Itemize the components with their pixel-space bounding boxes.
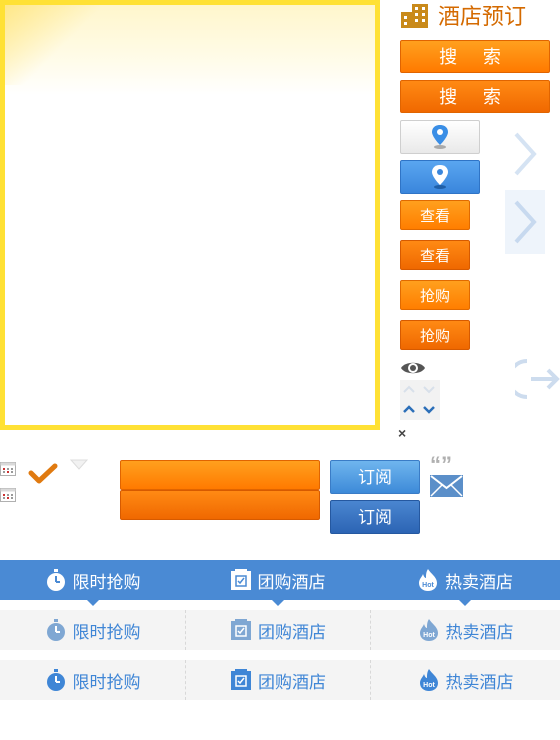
tab-flash-sale[interactable]: 限时抢购 xyxy=(0,560,185,606)
chevron-up-icon xyxy=(403,385,435,414)
tab-label: 热卖酒店 xyxy=(445,572,513,593)
clock-icon xyxy=(46,669,65,691)
tab-hot-hotels[interactable]: Hot 热卖酒店 xyxy=(370,560,560,606)
clock-icon xyxy=(46,569,65,591)
view-button-active[interactable]: 查看 xyxy=(400,240,470,270)
tab-bar: 限时抢购 团购酒店 Hot 热卖酒店 xyxy=(0,610,560,650)
tab-label: 限时抢购 xyxy=(72,572,141,593)
clock-icon xyxy=(46,619,65,641)
mail-icon[interactable] xyxy=(430,475,463,497)
tab-label: 团购酒店 xyxy=(258,622,326,643)
quote-icon: “” xyxy=(430,452,452,477)
tab-label: 团购酒店 xyxy=(257,572,326,593)
hot-badge: Hot xyxy=(423,682,435,689)
coupon-icon xyxy=(230,569,251,590)
buy-button[interactable]: 抢购 xyxy=(400,280,470,310)
hot-flame-icon: Hot xyxy=(419,619,438,641)
preview-panel xyxy=(0,0,380,430)
checkmark-icon xyxy=(28,463,58,484)
next-arrow[interactable] xyxy=(505,122,545,186)
tab-label: 热卖酒店 xyxy=(445,622,514,643)
sort-toggle[interactable] xyxy=(400,380,440,420)
next-arrow-hover[interactable] xyxy=(505,190,545,254)
chevron-right-icon xyxy=(514,200,537,244)
tab-hot-hotels[interactable]: Hot 热卖酒店 xyxy=(370,610,560,650)
location-pin-icon xyxy=(432,165,448,189)
search-button[interactable]: 搜 索 xyxy=(400,40,550,73)
subscribe-button-active[interactable]: 订阅 xyxy=(330,500,420,534)
hot-flame-icon: Hot xyxy=(419,669,438,691)
page-title: 酒店预订 xyxy=(400,0,526,30)
subscribe-button[interactable]: 订阅 xyxy=(330,460,420,494)
tab-group-hotels[interactable]: 团购酒店 xyxy=(185,560,370,606)
hot-badge: Hot xyxy=(423,632,435,639)
location-button-active[interactable] xyxy=(400,160,480,194)
close-icon[interactable]: × xyxy=(398,425,406,441)
location-pin-icon xyxy=(432,125,448,149)
tab-bar-hover: 限时抢购 团购酒店 Hot 热卖酒店 xyxy=(0,660,560,700)
location-button[interactable] xyxy=(400,120,480,154)
tab-group-hotels[interactable]: 团购酒店 xyxy=(185,610,370,650)
tab-bar-active: 限时抢购 团购酒店 Hot 热卖酒店 xyxy=(0,560,560,606)
page-title-text: 酒店预订 xyxy=(438,5,527,30)
search-button-active[interactable]: 搜 索 xyxy=(400,80,550,113)
orange-bar-active[interactable] xyxy=(120,490,320,520)
panel-stripe xyxy=(5,5,105,85)
tab-group-hotels[interactable]: 团购酒店 xyxy=(185,660,370,700)
orange-bar[interactable] xyxy=(120,460,320,490)
hot-flame-icon: Hot xyxy=(419,569,437,591)
tab-hot-hotels[interactable]: Hot 热卖酒店 xyxy=(370,660,560,700)
tab-flash-sale[interactable]: 限时抢购 xyxy=(0,660,185,700)
coupon-icon xyxy=(231,669,251,690)
tab-label: 限时抢购 xyxy=(72,622,141,643)
tab-label: 限时抢购 xyxy=(72,672,141,693)
exit-arrow-icon[interactable] xyxy=(515,355,560,403)
eye-icon[interactable] xyxy=(400,360,426,376)
chevron-right-icon xyxy=(514,132,537,176)
calendar-icon[interactable] xyxy=(0,488,16,502)
triangle-down-icon[interactable] xyxy=(70,459,88,471)
tab-label: 团购酒店 xyxy=(258,672,326,693)
view-button[interactable]: 查看 xyxy=(400,200,470,230)
coupon-icon xyxy=(231,619,251,640)
hotel-icon xyxy=(401,4,428,28)
tab-label: 热卖酒店 xyxy=(445,672,514,693)
tab-flash-sale[interactable]: 限时抢购 xyxy=(0,610,185,650)
buy-button-active[interactable]: 抢购 xyxy=(400,320,470,350)
calendar-icon[interactable] xyxy=(0,462,16,476)
hot-badge: Hot xyxy=(422,582,434,589)
